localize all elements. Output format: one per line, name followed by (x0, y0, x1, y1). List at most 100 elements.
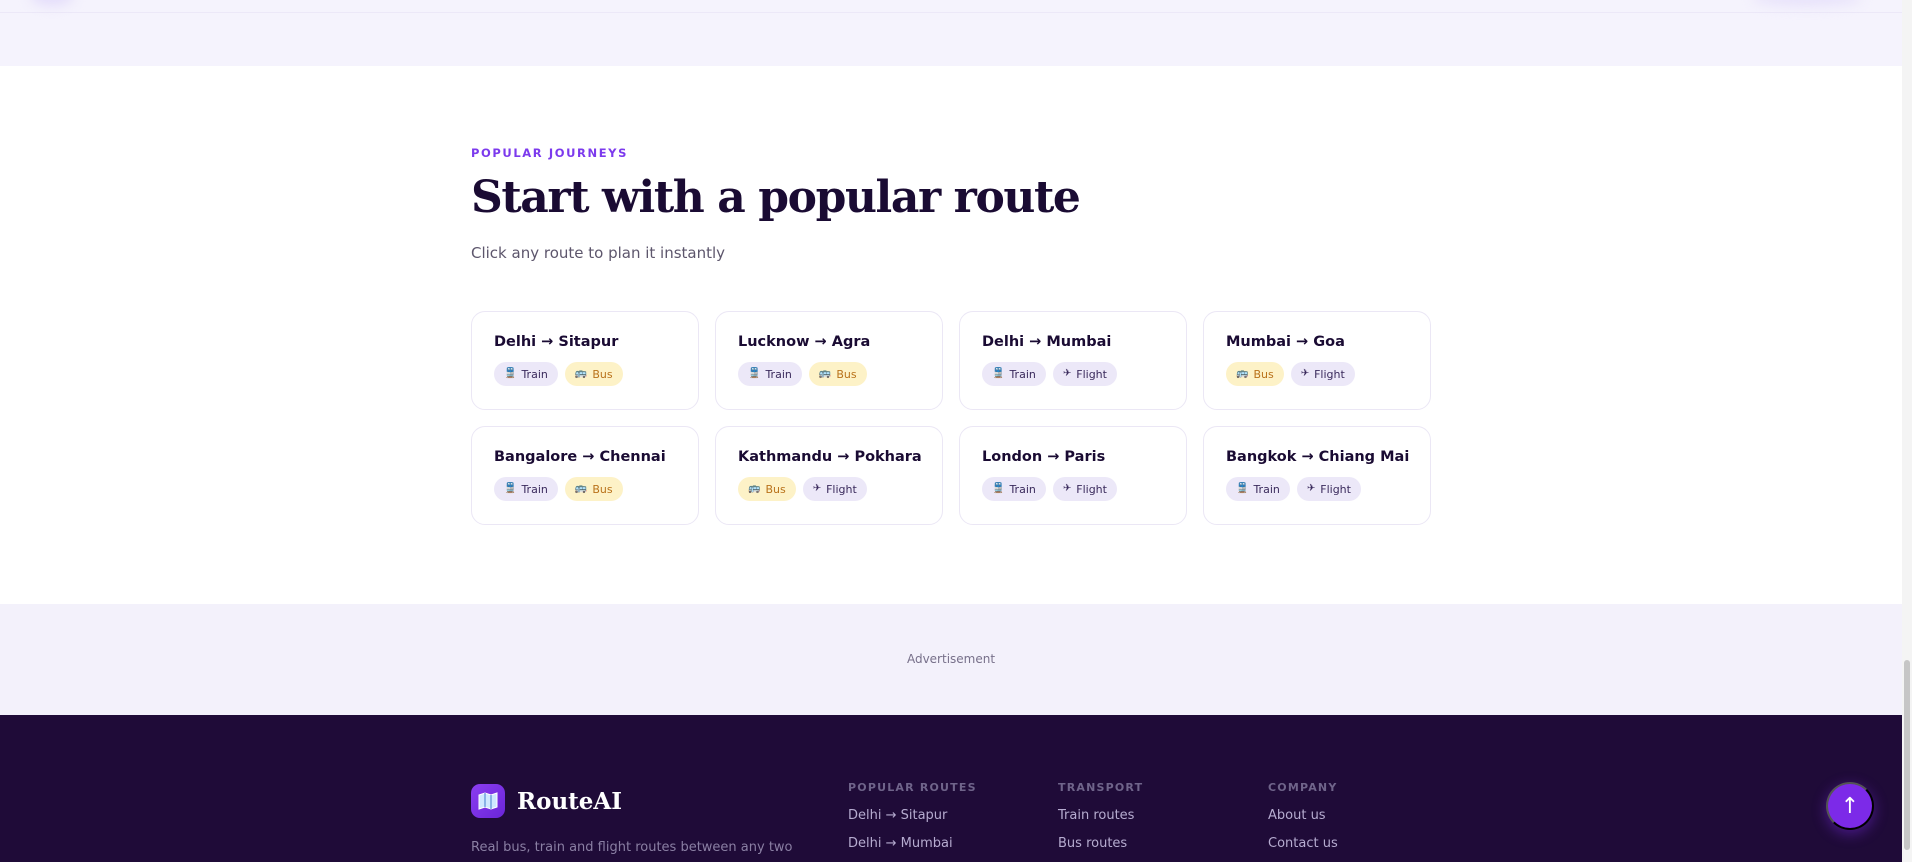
route-grid: Delhi → Sitapur 🚆 Train 🚌 Bus Lucknow → Agra 🚆… (471, 311, 1431, 525)
section-subheading: Click any route to plan it instantly (471, 244, 726, 262)
route-card[interactable]: Mumbai → Goa 🚌 Bus ✈ Flight (1203, 311, 1431, 410)
footer-link[interactable]: Train routes (1058, 808, 1143, 823)
decorative-glow (1752, 0, 1862, 6)
transport-badge-bus: 🚌 Bus (1226, 362, 1284, 386)
advertisement-band: Advertisement (0, 604, 1902, 715)
route-title: Lucknow → Agra (738, 334, 871, 350)
airplane-icon: ✈ (1062, 368, 1072, 379)
footer-column-title: TRANSPORT (1058, 781, 1144, 794)
route-title: Delhi → Sitapur (494, 334, 619, 350)
transport-badge-label: Bus (836, 367, 857, 381)
transport-badge-label: Flight (1076, 367, 1107, 381)
transport-badge-label: Flight (1076, 482, 1107, 496)
route-title: Kathmandu → Pokhara (738, 449, 922, 465)
bus-icon: 🚌 (818, 368, 832, 379)
route-title: Delhi → Mumbai (982, 334, 1112, 350)
train-icon: 🚆 (992, 483, 1005, 494)
route-card[interactable]: Kathmandu → Pokhara 🚌 Bus ✈ Flight (715, 426, 943, 525)
site-footer: RouteAI Real bus, train and flight route… (0, 715, 1902, 862)
airplane-icon: ✈ (1300, 368, 1310, 379)
footer-column-title: POPULAR ROUTES (848, 781, 977, 794)
transport-badge-label: Train (521, 482, 548, 496)
footer-link[interactable]: Bus routes (1058, 836, 1143, 851)
bus-icon: 🚌 (1236, 368, 1249, 379)
transport-badge-flight: ✈ Flight (1052, 362, 1117, 386)
footer-column-popular-routes: POPULAR ROUTES Delhi → Sitapur Delhi → M… (848, 781, 977, 851)
transport-badge-train: 🚆 Train (494, 477, 558, 501)
top-divider (0, 12, 1902, 13)
train-icon: 🚆 (504, 483, 517, 494)
arrow-up-icon: ↑ (1840, 793, 1860, 819)
transport-badge-train: 🚆 Train (982, 477, 1046, 501)
footer-brand[interactable]: RouteAI (471, 784, 622, 818)
airplane-icon: ✈ (1306, 483, 1316, 494)
advertisement-label: Advertisement (906, 652, 996, 666)
transport-badge-train: 🚆 Train (494, 362, 558, 386)
bus-icon: 🚌 (748, 483, 761, 494)
train-icon: 🚆 (1236, 483, 1249, 494)
transport-badge-label: Train (1009, 367, 1036, 381)
transport-badge-label: Flight (1314, 367, 1345, 381)
route-card[interactable]: Delhi → Mumbai 🚆 Train ✈ Flight (959, 311, 1187, 410)
route-card[interactable]: London → Paris 🚆 Train ✈ Flight (959, 426, 1187, 525)
transport-badge-train: 🚆 Train (1226, 477, 1290, 501)
transport-badge-train: 🚆 Train (982, 362, 1046, 386)
top-section-band (0, 0, 1902, 66)
footer-link[interactable]: About us (1268, 808, 1338, 823)
decorative-glow (30, 0, 74, 6)
route-card[interactable]: Bangalore → Chennai 🚆 Train 🚌 Bus (471, 426, 699, 525)
route-title: Bangkok → Chiang Mai (1226, 449, 1410, 465)
transport-badge-label: Bus (1253, 367, 1274, 381)
transport-badges: 🚆 Train 🚌 Bus (738, 362, 920, 386)
transport-badge-label: Train (521, 367, 548, 381)
transport-badges: 🚆 Train 🚌 Bus (494, 362, 676, 386)
train-icon: 🚆 (748, 368, 761, 379)
transport-badges: 🚆 Train ✈ Flight (982, 362, 1164, 386)
transport-badge-flight: ✈ Flight (1290, 362, 1355, 386)
route-card[interactable]: Bangkok → Chiang Mai 🚆 Train ✈ Flight (1203, 426, 1431, 525)
map-icon (471, 784, 505, 818)
footer-link[interactable]: Delhi → Mumbai (848, 836, 977, 851)
transport-badge-bus: 🚌 Bus (738, 477, 796, 501)
footer-column-transport: TRANSPORT Train routes Bus routes (1058, 781, 1143, 851)
scroll-to-top-button[interactable]: ↑ (1826, 782, 1874, 830)
footer-link[interactable]: Contact us (1268, 836, 1338, 851)
footer-link[interactable]: Delhi → Sitapur (848, 808, 977, 823)
transport-badge-flight: ✈ Flight (1052, 477, 1117, 501)
route-title: London → Paris (982, 449, 1106, 465)
route-title: Mumbai → Goa (1226, 334, 1345, 350)
route-card[interactable]: Delhi → Sitapur 🚆 Train 🚌 Bus (471, 311, 699, 410)
route-card[interactable]: Lucknow → Agra 🚆 Train 🚌 Bus (715, 311, 943, 410)
transport-badge-train: 🚆 Train (738, 362, 802, 386)
transport-badge-label: Flight (1320, 482, 1351, 496)
footer-column-title: COMPANY (1268, 781, 1338, 794)
transport-badge-bus: 🚌 Bus (564, 362, 623, 386)
section-eyebrow: POPULAR JOURNEYS (471, 146, 628, 160)
train-icon: 🚆 (504, 368, 517, 379)
transport-badges: 🚌 Bus ✈ Flight (738, 477, 920, 501)
transport-badge-label: Bus (592, 482, 613, 496)
bus-icon: 🚌 (574, 483, 588, 494)
airplane-icon: ✈ (1062, 483, 1072, 494)
transport-badge-flight: ✈ Flight (802, 477, 867, 501)
transport-badge-label: Train (1009, 482, 1036, 496)
transport-badge-label: Bus (765, 482, 786, 496)
transport-badges: 🚌 Bus ✈ Flight (1226, 362, 1408, 386)
route-title: Bangalore → Chennai (494, 449, 666, 465)
train-icon: 🚆 (992, 368, 1005, 379)
scrollbar-thumb[interactable] (1904, 660, 1910, 850)
transport-badge-bus: 🚌 Bus (564, 477, 623, 501)
footer-column-company: COMPANY About us Contact us (1268, 781, 1338, 851)
brand-tagline: Real bus, train and flight routes betwee… (471, 840, 793, 855)
transport-badge-label: Train (765, 367, 792, 381)
transport-badges: 🚆 Train ✈ Flight (1226, 477, 1408, 501)
airplane-icon: ✈ (812, 483, 822, 494)
transport-badges: 🚆 Train ✈ Flight (982, 477, 1164, 501)
bus-icon: 🚌 (574, 368, 588, 379)
transport-badge-label: Flight (826, 482, 857, 496)
section-heading: Start with a popular route (471, 172, 1081, 223)
transport-badge-label: Bus (592, 367, 613, 381)
transport-badge-label: Train (1253, 482, 1280, 496)
page-scrollbar[interactable] (1902, 0, 1912, 862)
brand-name: RouteAI (517, 787, 623, 815)
